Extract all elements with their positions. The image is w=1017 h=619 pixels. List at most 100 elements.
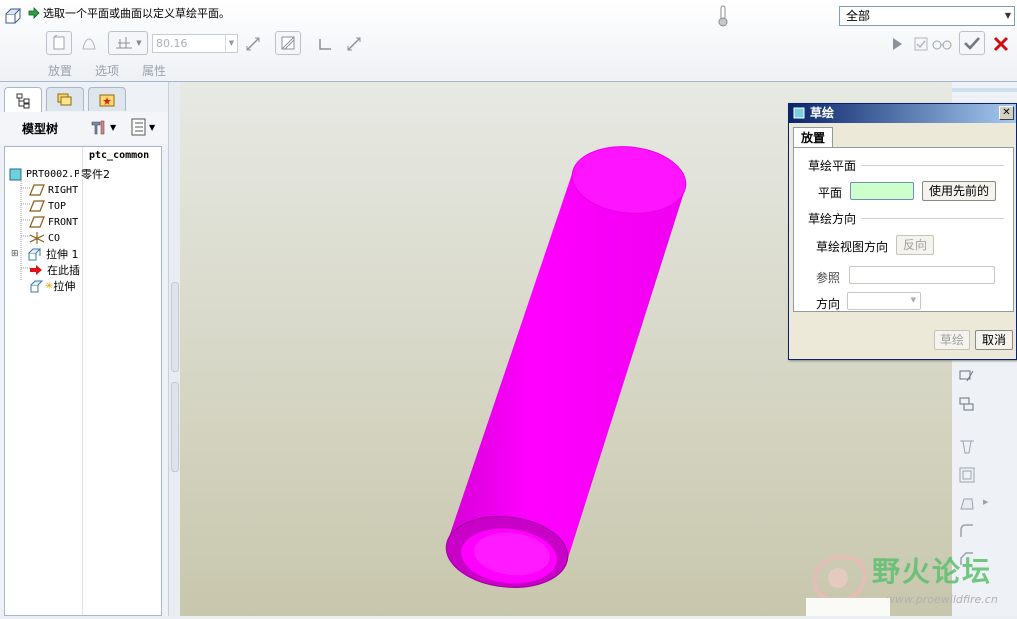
chevron-down-icon: ▼ — [910, 296, 916, 304]
cylinder-tube-model[interactable] — [443, 141, 689, 593]
flip-depth-button[interactable] — [242, 33, 264, 55]
splitter-grip[interactable] — [171, 382, 179, 472]
draft-tool-button[interactable] — [956, 492, 978, 514]
remove-material-icon — [281, 36, 295, 50]
dialog-title: 草绘 — [810, 106, 835, 120]
flip-arrows-icon — [246, 37, 260, 51]
tab-options[interactable]: 选项 — [95, 62, 119, 79]
selection-filter-value: 全部 — [846, 9, 871, 23]
watermark-text: 野火论坛 — [872, 555, 993, 588]
coordinate-system-icon — [29, 232, 45, 244]
datum-tool-button-2[interactable] — [956, 393, 978, 415]
dialog-close-button[interactable]: ✕ — [999, 106, 1014, 120]
direction-label: 方向 — [816, 297, 841, 311]
navigator-panel: 模型树 ▼ ▼ ptc_common PRT0002.P 零件2 RIGHT T… — [0, 82, 168, 616]
shell-icon — [959, 467, 975, 483]
folder-layers-icon — [57, 93, 72, 105]
tab-favorites[interactable] — [88, 87, 126, 111]
tree-item-extrude-new[interactable]: ✳ 拉伸 — [29, 278, 81, 294]
chevron-down-icon: ▼ — [110, 122, 117, 132]
thermometer-icon — [718, 5, 728, 27]
flip-thicken-button[interactable] — [343, 33, 365, 55]
flip-direction-button[interactable]: 反向 — [896, 235, 934, 255]
tab-folder-browser[interactable] — [46, 87, 84, 111]
tree-item-label: FRONT — [48, 216, 79, 228]
view-direction-label: 草绘视图方向 — [816, 240, 889, 254]
tree-item-extrude-1[interactable]: ⊞ 拉伸 1 — [11, 246, 81, 262]
pause-button[interactable] — [886, 33, 908, 55]
tree-item-right-plane[interactable]: RIGHT — [29, 182, 81, 198]
surface-icon — [82, 38, 96, 50]
thicken-button[interactable] — [314, 33, 336, 55]
tree-settings-button[interactable]: ▼ — [90, 118, 116, 136]
tools-icon — [91, 120, 105, 135]
cancel-feature-button[interactable] — [990, 33, 1012, 55]
datum-tool-button[interactable] — [956, 365, 978, 387]
depth-value-input[interactable]: 80.16 ▼ — [152, 34, 238, 53]
tab-model-tree[interactable] — [4, 87, 42, 114]
new-feature-star-icon: ✳ — [45, 280, 54, 292]
chevron-down-icon: ▼ — [149, 122, 156, 132]
tab-placement[interactable]: 放置 — [48, 62, 72, 79]
tree-show-button[interactable]: ▼ — [131, 118, 155, 136]
surface-button[interactable] — [78, 33, 100, 55]
round-tool-button[interactable] — [956, 520, 978, 542]
play-icon — [893, 38, 902, 50]
remove-material-button[interactable] — [275, 31, 301, 55]
apply-button[interactable] — [959, 31, 985, 55]
close-icon — [993, 36, 1009, 52]
tree-item-label: 拉伸 1 — [46, 248, 79, 261]
datum-axis-icon — [959, 370, 974, 382]
expand-icon[interactable]: ⊞ — [11, 249, 21, 259]
group-divider — [862, 165, 1004, 166]
sketch-plane-field[interactable] — [850, 182, 914, 200]
placement-panel: 草绘平面 平面 使用先前的 草绘方向 草绘视图方向 反向 参照 方向 ▼ — [793, 147, 1014, 312]
extrude-icon — [30, 280, 44, 293]
rib-tool-button[interactable] — [956, 436, 978, 458]
verify-button[interactable] — [931, 33, 953, 55]
reference-label: 参照 — [816, 271, 841, 285]
tree-item-label: RIGHT — [48, 184, 79, 196]
use-previous-button[interactable]: 使用先前的 — [922, 181, 996, 201]
depth-value-text: 80.16 — [156, 37, 188, 50]
draft-icon — [960, 498, 974, 510]
tree-item-top-plane[interactable]: TOP — [29, 198, 81, 214]
model-tree-icon — [16, 93, 30, 109]
depth-option-button[interactable]: ▼ — [108, 31, 148, 55]
datum-plane-tool-icon — [959, 397, 974, 411]
sketch-button[interactable]: 草绘 — [934, 330, 970, 350]
group-divider — [862, 218, 1004, 219]
tab-placement-dialog[interactable]: 放置 — [793, 127, 833, 148]
extrude-dashboard: 选取一个平面或曲面以定义草绘平面。 全部 ▼ ▼ 80.16 ▼ 放置 选项 属… — [0, 0, 1017, 82]
tree-item-part[interactable]: PRT0002.P 零件2 — [9, 166, 159, 182]
tree-item-insert-here[interactable]: 在此插 — [29, 262, 81, 278]
preview-checkbox[interactable] — [910, 33, 932, 55]
splitter-grip[interactable] — [171, 282, 179, 372]
datum-plane-icon — [29, 200, 45, 212]
tree-item-label: 拉伸 — [53, 280, 76, 293]
column-divider — [82, 147, 83, 615]
plane-label: 平面 — [818, 186, 843, 200]
dialog-titlebar[interactable]: 草绘 — [789, 104, 1016, 123]
tree-item-csys[interactable]: CO — [29, 230, 81, 246]
tree-item-front-plane[interactable]: FRONT — [29, 214, 81, 230]
reference-field[interactable] — [849, 266, 995, 284]
model-tree: ptc_common PRT0002.P 零件2 RIGHT TOP FRONT… — [4, 146, 162, 616]
checkmark-icon — [964, 37, 980, 50]
sketch-dialog-icon — [793, 107, 805, 119]
solid-button[interactable] — [46, 31, 72, 55]
direction-select[interactable]: ▼ — [847, 292, 921, 310]
tree-item-label: TOP — [48, 200, 67, 212]
insert-here-arrow-icon — [30, 265, 42, 275]
favorites-folder-icon — [99, 94, 115, 106]
shell-tool-button[interactable] — [956, 464, 978, 486]
tree-item-label: 在此插 — [47, 264, 80, 277]
selection-filter-select[interactable]: 全部 ▼ — [839, 6, 1015, 26]
tab-properties[interactable]: 属性 — [142, 62, 166, 79]
chevron-down-icon: ▼ — [1004, 11, 1011, 20]
sketch-dialog: 草绘 ✕ 放置 草绘平面 平面 使用先前的 草绘方向 草绘视图方向 反向 参照 … — [788, 103, 1017, 360]
round-icon — [960, 524, 973, 537]
panel-splitter[interactable] — [168, 82, 180, 616]
cancel-button[interactable]: 取消 — [975, 330, 1013, 350]
solid-icon — [53, 35, 65, 50]
